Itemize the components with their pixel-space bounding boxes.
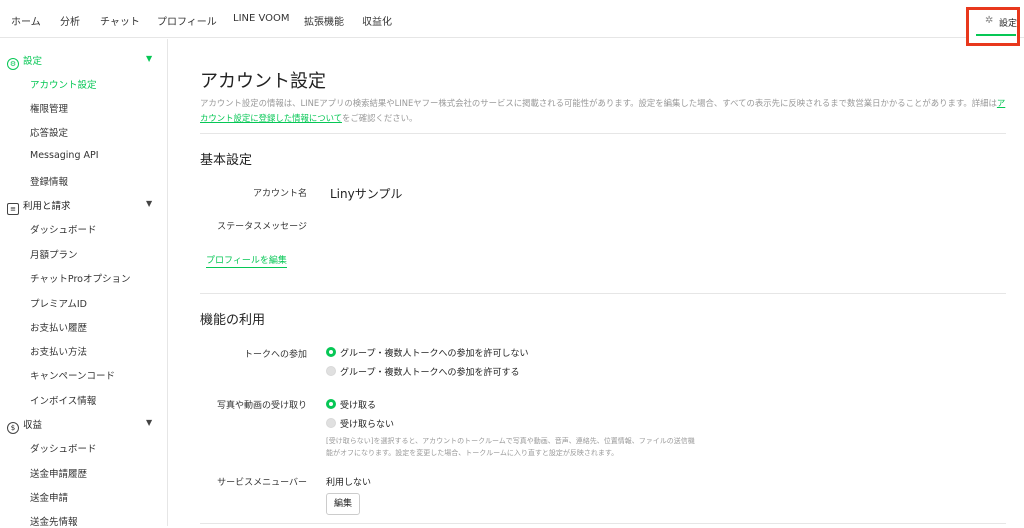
radio-label: グループ・複数人トークへの参加を許可しない [340,349,529,359]
talk-option-allow[interactable]: グループ・複数人トークへの参加を許可する [326,365,519,378]
sidebar-item-account-settings[interactable]: アカウント設定 [30,77,97,91]
sidebar-item-billing-dashboard[interactable]: ダッシュボード [30,222,97,236]
service-menu-label: サービスメニューバー [217,478,307,488]
sidebar-item-transfer-history[interactable]: 送金申請履歴 [30,466,87,480]
status-message-label: ステータスメッセージ [217,222,307,232]
sidebar-section-revenue[interactable]: $ 収益 [7,417,42,434]
sidebar-item-transfer-request[interactable]: 送金申請 [30,490,68,504]
caret-down-icon[interactable]: ▼ [146,418,152,427]
sidebar-section-label: 利用と請求 [23,201,71,212]
nav-extensions[interactable]: 拡張機能 [304,13,344,28]
dollar-icon: $ [7,422,19,434]
sidebar-section-billing[interactable]: ≡ 利用と請求 [7,198,71,215]
document-icon: ≡ [7,203,19,215]
page-description: アカウント設定の情報は、LINEアプリの検索結果やLINEヤフー株式会社のサービ… [200,96,1008,126]
gear-icon: ⚙ [7,58,19,70]
media-receive-label: 写真や動画の受け取り [216,401,307,411]
nav-home[interactable]: ホーム [11,13,41,28]
account-name-value: Linyサンプル [330,187,403,201]
sidebar-item-payment-history[interactable]: お支払い履歴 [30,320,87,334]
divider [200,523,1006,524]
sidebar-item-revenue-dashboard[interactable]: ダッシュボード [30,441,97,455]
radio-label: 受け取る [340,401,377,411]
caret-down-icon[interactable]: ▼ [146,199,152,208]
account-name-label: アカウント名 [252,189,307,199]
sidebar-item-permissions[interactable]: 権限管理 [30,101,68,115]
sidebar-item-registration-info[interactable]: 登録情報 [30,174,68,188]
media-note: [受け取らない]を選択すると、アカウントのトークルームで写真や動画、音声、連絡先… [326,437,695,457]
nav-line-voom[interactable]: LINE VOOM [233,13,290,24]
top-navigation: ホーム 分析 チャット プロフィール LINE VOOM 拡張機能 収益化 [0,0,1024,38]
main-content: アカウント設定 アカウント設定の情報は、LINEアプリの検索結果やLINEヤフー… [169,39,1024,526]
talk-participation-label: トークへの参加 [243,350,307,360]
media-option-receive[interactable]: 受け取る [326,398,376,411]
service-menu-value: 利用しない [326,478,372,488]
nav-chat[interactable]: チャット [100,13,140,28]
description-text-end: をご確認ください。 [341,113,418,123]
sidebar-item-invoice-info[interactable]: インボイス情報 [30,393,96,407]
sidebar-item-premium-id[interactable]: プレミアムID [30,296,87,310]
radio-selected-icon[interactable] [326,399,336,409]
sidebar-item-chat-pro-option[interactable]: チャットProオプション [30,271,130,285]
sidebar: ⚙ 設定 ▼ アカウント設定 権限管理 応答設定 Messaging API 登録… [0,39,168,528]
divider [200,133,1006,134]
radio-label: グループ・複数人トークへの参加を許可する [340,368,520,378]
radio-selected-icon[interactable] [326,347,336,357]
sidebar-item-response-settings[interactable]: 応答設定 [30,125,68,139]
radio-unselected-icon[interactable] [326,418,336,428]
radio-unselected-icon[interactable] [326,366,336,376]
edit-profile-link[interactable]: プロフィールを編集 [206,253,287,268]
sidebar-section-label: 収益 [23,420,43,431]
media-option-not-receive[interactable]: 受け取らない [326,417,394,430]
sidebar-item-monthly-plan[interactable]: 月額プラン [30,247,78,261]
divider [200,293,1006,294]
nav-profile[interactable]: プロフィール [157,13,217,28]
basic-settings-title: 基本設定 [200,153,253,168]
sidebar-section-settings[interactable]: ⚙ 設定 [7,53,42,70]
nav-analytics[interactable]: 分析 [60,13,80,28]
edit-button[interactable]: 編集 [326,493,360,515]
gear-icon: ✲ [985,15,994,26]
caret-down-icon[interactable]: ▼ [146,54,152,63]
page-title: アカウント設定 [200,71,326,92]
active-tab-indicator [976,34,1016,36]
nav-settings-label: 設定 [999,19,1018,29]
talk-option-disallow[interactable]: グループ・複数人トークへの参加を許可しない [326,346,528,359]
description-text: アカウント設定の情報は、LINEアプリの検索結果やLINEヤフー株式会社のサービ… [200,98,997,108]
nav-monetization[interactable]: 収益化 [362,13,392,28]
sidebar-item-campaign-code[interactable]: キャンペーンコード [30,368,115,382]
radio-label: 受け取らない [340,420,395,430]
sidebar-item-messaging-api[interactable]: Messaging API [30,150,99,161]
sidebar-section-label: 設定 [23,56,43,67]
features-title: 機能の利用 [200,313,266,328]
sidebar-item-payment-method[interactable]: お支払い方法 [30,344,87,358]
